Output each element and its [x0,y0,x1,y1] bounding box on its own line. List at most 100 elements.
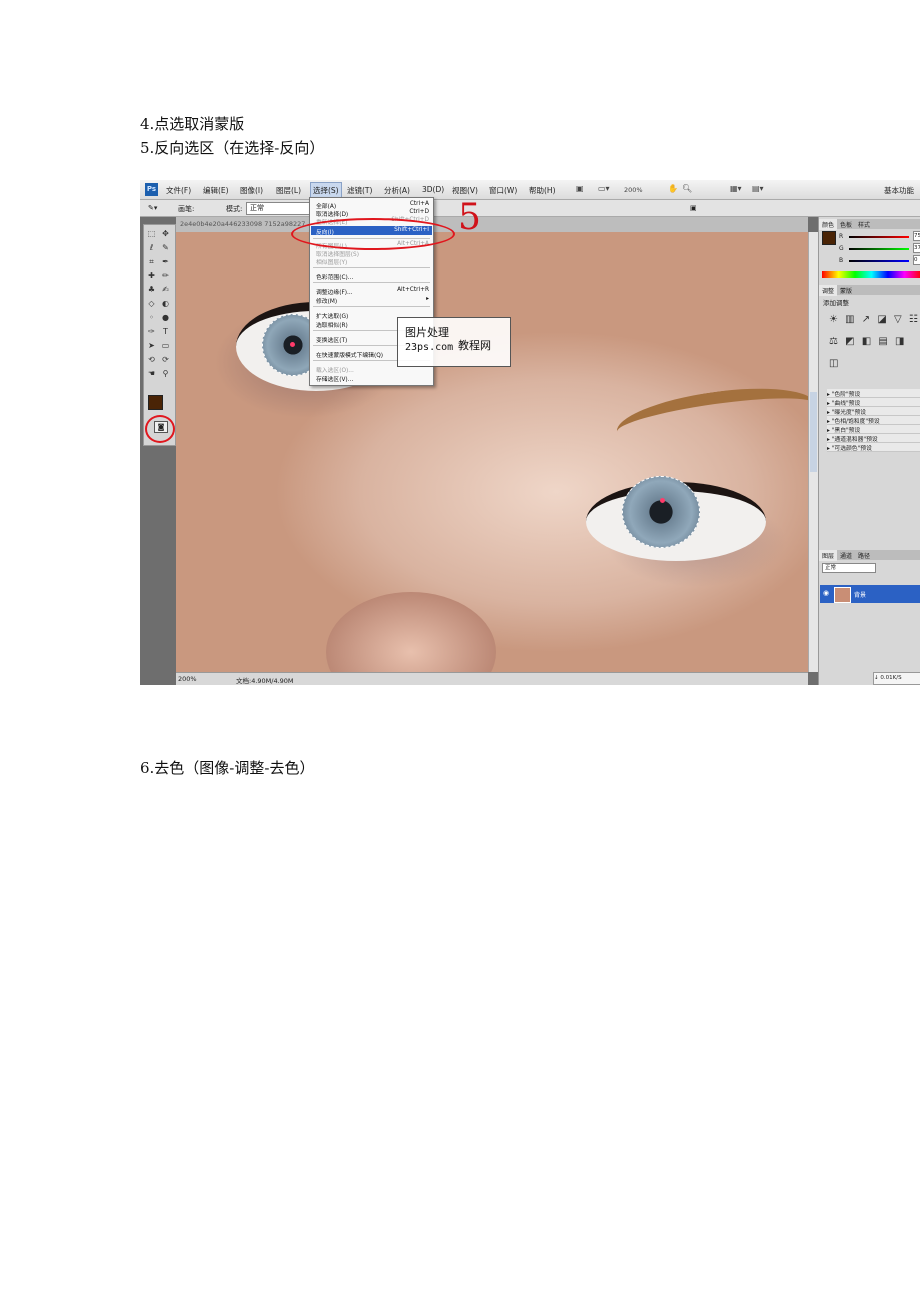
watermark-line-3: 教程网 [458,339,491,352]
marquee-tool-icon[interactable]: ⬚ [146,229,157,238]
shape-tool-icon[interactable]: ▭ [160,341,171,350]
move-tool-icon[interactable]: ✥ [160,229,171,238]
menu-layer[interactable]: 图层(L) [276,185,301,196]
brush-tool-icon[interactable]: ✎▾ [148,204,157,212]
menu-filter[interactable]: 滤镜(T) [347,185,372,196]
healing-tool-icon[interactable]: ✚ [146,271,157,280]
menu-item-similar-layers[interactable]: 相似图层(Y) [316,257,347,266]
preset-levels[interactable]: ▸ "色阶"预设 [827,389,920,398]
preset-channel-mixer[interactable]: ▸ "通道混和器"预设 [827,434,920,443]
menu-item-load-selection[interactable]: 载入选区(O)... [316,365,354,374]
menu-item-color-range[interactable]: 色彩范围(C)... [316,272,353,281]
photoshop-screenshot: Ps 文件(F) 编辑(E) 图像(I) 图层(L) 选择(S) 滤镜(T) 分… [140,180,920,685]
shortcut: Ctrl+D [409,209,429,215]
menu-analysis[interactable]: 分析(A) [384,185,410,196]
panel-toggle-icon[interactable]: ▣ [690,204,697,212]
menu-item-similar[interactable]: 选取相似(R) [316,320,348,329]
download-speed-badge: ↓ 0.01K/S [873,672,920,685]
menu-item-grow[interactable]: 扩大选取(G) [316,311,348,320]
menu-item-quick-mask[interactable]: 在快速蒙版模式下编辑(Q) [316,350,383,359]
preset-black-white[interactable]: ▸ "黑白"预设 [827,425,920,434]
quick-select-tool-icon[interactable]: ✎ [160,243,171,252]
workspace-label[interactable]: 基本功能 [884,185,914,196]
document-tab[interactable]: 2e4e0b4e20a446233098 7152a98227 [180,220,305,228]
red-value[interactable]: 75 [913,231,920,241]
menu-item-modify[interactable]: 修改(M) [316,296,337,305]
preset-hue-saturation[interactable]: ▸ "色相/饱和度"预设 [827,416,920,425]
history-brush-tool-icon[interactable]: ✍ [160,285,171,294]
dodge-tool-icon[interactable]: ● [160,313,171,322]
menu-item-transform-selection[interactable]: 变换选区(T) [316,335,347,344]
zoom-tool-icon[interactable]: ⚲ [160,369,171,378]
color-panel-swatch[interactable] [822,231,836,245]
tab-adjustments[interactable]: 调整 [819,285,838,296]
bridge-icon[interactable]: ▣ [576,184,584,193]
tab-layers[interactable]: 图层 [819,550,838,561]
blue-value[interactable]: 0 [913,255,920,265]
screen-mode-icon[interactable]: ▭▾ [598,184,610,193]
menu-edit[interactable]: 编辑(E) [203,185,229,196]
scrollbar-thumb[interactable] [810,392,817,472]
shortcut: Alt+Ctrl+R [397,287,429,293]
arrange-icon[interactable]: ▦▾ [730,184,742,193]
green-slider[interactable]: G 37 [839,243,920,253]
menu-3d[interactable]: 3D(D) [422,185,444,194]
zoom-level[interactable]: 200% [624,186,643,194]
menu-window[interactable]: 窗口(W) [489,185,517,196]
tab-swatches[interactable]: 色板 [837,219,855,230]
watermark-line-2: 23ps.com [405,342,454,353]
mode-label: 模式: [226,205,243,213]
hand-tool-icon[interactable]: ☚ [146,369,157,378]
layer-name: 背景 [854,592,867,599]
extras-icon[interactable]: ▤▾ [752,184,764,193]
color-spectrum[interactable] [822,271,920,278]
lasso-tool-icon[interactable]: ℓ [146,243,157,252]
red-slider[interactable]: R 75 [839,231,920,241]
status-bar: 200% 文档:4.90M/4.90M [176,672,808,685]
menu-item-save-selection[interactable]: 存储选区(V)... [316,374,353,383]
crop-tool-icon[interactable]: ⌗ [146,257,157,266]
menu-view[interactable]: 视图(V) [452,185,478,196]
menu-image[interactable]: 图像(I) [240,185,263,196]
green-value[interactable]: 37 [913,243,920,253]
status-zoom[interactable]: 200% [178,675,197,683]
clone-stamp-tool-icon[interactable]: ♣ [146,285,157,294]
layer-row-background[interactable]: ◉ 背景 [820,585,920,603]
tab-masks[interactable]: 蒙版 [837,285,855,296]
adjustment-icons[interactable]: ☀ ▥ ↗ ◪ ▽ ☷ ⚖ ◩ ◧ ▤ ◨ ◫ [829,309,920,375]
eye-icon[interactable]: ◉ [823,589,829,597]
blend-mode-select[interactable]: 正常 [822,563,876,573]
zoom-icon[interactable]: 🔍︎ [682,184,692,193]
menu-file[interactable]: 文件(F) [166,185,191,196]
eyedropper-tool-icon[interactable]: ✒ [160,257,171,266]
hand-tool-icon[interactable]: ✋ [668,184,678,193]
photo-canvas[interactable] [176,232,808,672]
photoshop-logo-icon: Ps [145,183,158,196]
tab-channels[interactable]: 通道 [837,550,855,561]
menu-help[interactable]: 帮助(H) [529,185,556,196]
shortcut: Ctrl+A [409,201,429,207]
eraser-tool-icon[interactable]: ◇ [146,299,157,308]
preset-exposure[interactable]: ▸ "曝光度"预设 [827,407,920,416]
mode-select[interactable]: 正常 [246,202,310,215]
blue-slider[interactable]: B 0 [839,255,920,265]
tab-paths[interactable]: 路径 [855,550,873,561]
brush-tool-icon[interactable]: ✏ [160,271,171,280]
options-bar: ✎▾ 画笔: 模式: 正常 ▣ [140,200,920,217]
3d-orbit-tool-icon[interactable]: ⟳ [160,355,171,364]
preset-selective-color[interactable]: ▸ "可选颜色"预设 [827,443,920,452]
tab-color[interactable]: 颜色 [819,219,838,230]
foreground-color-swatch[interactable] [148,395,163,410]
preset-curves[interactable]: ▸ "曲线"预设 [827,398,920,407]
watermark-line-1: 图片处理 [405,326,449,339]
type-tool-icon[interactable]: T [160,327,171,336]
tab-styles[interactable]: 样式 [855,219,873,230]
pen-tool-icon[interactable]: ✑ [146,327,157,336]
status-doc-size: 文档:4.90M/4.90M [236,677,294,685]
vertical-scrollbar[interactable] [808,232,818,672]
blur-tool-icon[interactable]: ◦ [146,313,157,322]
path-select-tool-icon[interactable]: ➤ [146,341,157,350]
menu-item-refine-edge[interactable]: 调整边缘(F)... [316,287,353,296]
gradient-tool-icon[interactable]: ◐ [160,299,171,308]
3d-rotate-tool-icon[interactable]: ⟲ [146,355,157,364]
